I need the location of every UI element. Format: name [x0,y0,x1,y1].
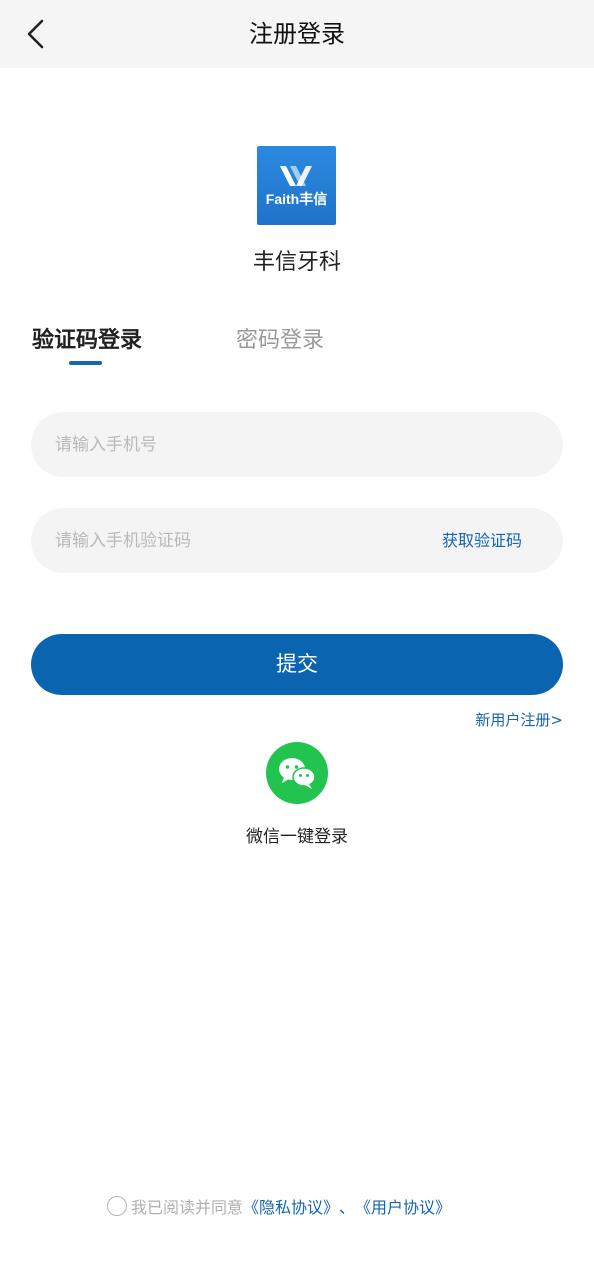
page-title: 注册登录 [249,20,345,48]
logo-mark-icon [280,166,312,186]
privacy-policy-link[interactable]: 《隐私协议》 [243,1194,339,1218]
phone-input[interactable] [55,412,415,477]
wechat-icon [279,758,316,789]
user-agreement-link[interactable]: 《用户协议》 [355,1194,451,1218]
app-name: 丰信牙科 [252,250,341,275]
tab-sms-login[interactable]: 验证码登录 [32,322,142,354]
active-tab-indicator [69,361,102,365]
agreement-separator: 、 [339,1198,356,1217]
agreement-checkbox[interactable] [107,1196,127,1216]
agreement-text: 我已阅读并同意 [131,1198,244,1217]
wechat-login-button[interactable] [266,742,328,804]
tab-password-login[interactable]: 密码登录 [236,322,324,354]
verification-code-input[interactable] [55,508,415,573]
logo-text: Faith丰信 [265,191,328,207]
code-field-wrapper: 获取验证码 [31,508,563,573]
new-user-register-link[interactable]: 新用户注册> [475,709,563,730]
submit-button[interactable]: 提交 [31,634,563,695]
header-bar: 注册登录 [0,0,594,68]
agreement-row: 我已阅读并同意 《隐私协议》 、 《用户协议》 [107,1194,451,1218]
wechat-login-label: 微信一键登录 [246,827,348,847]
get-code-button[interactable]: 获取验证码 [442,508,522,573]
app-logo: Faith丰信 [257,146,336,225]
phone-field-wrapper [31,412,563,477]
